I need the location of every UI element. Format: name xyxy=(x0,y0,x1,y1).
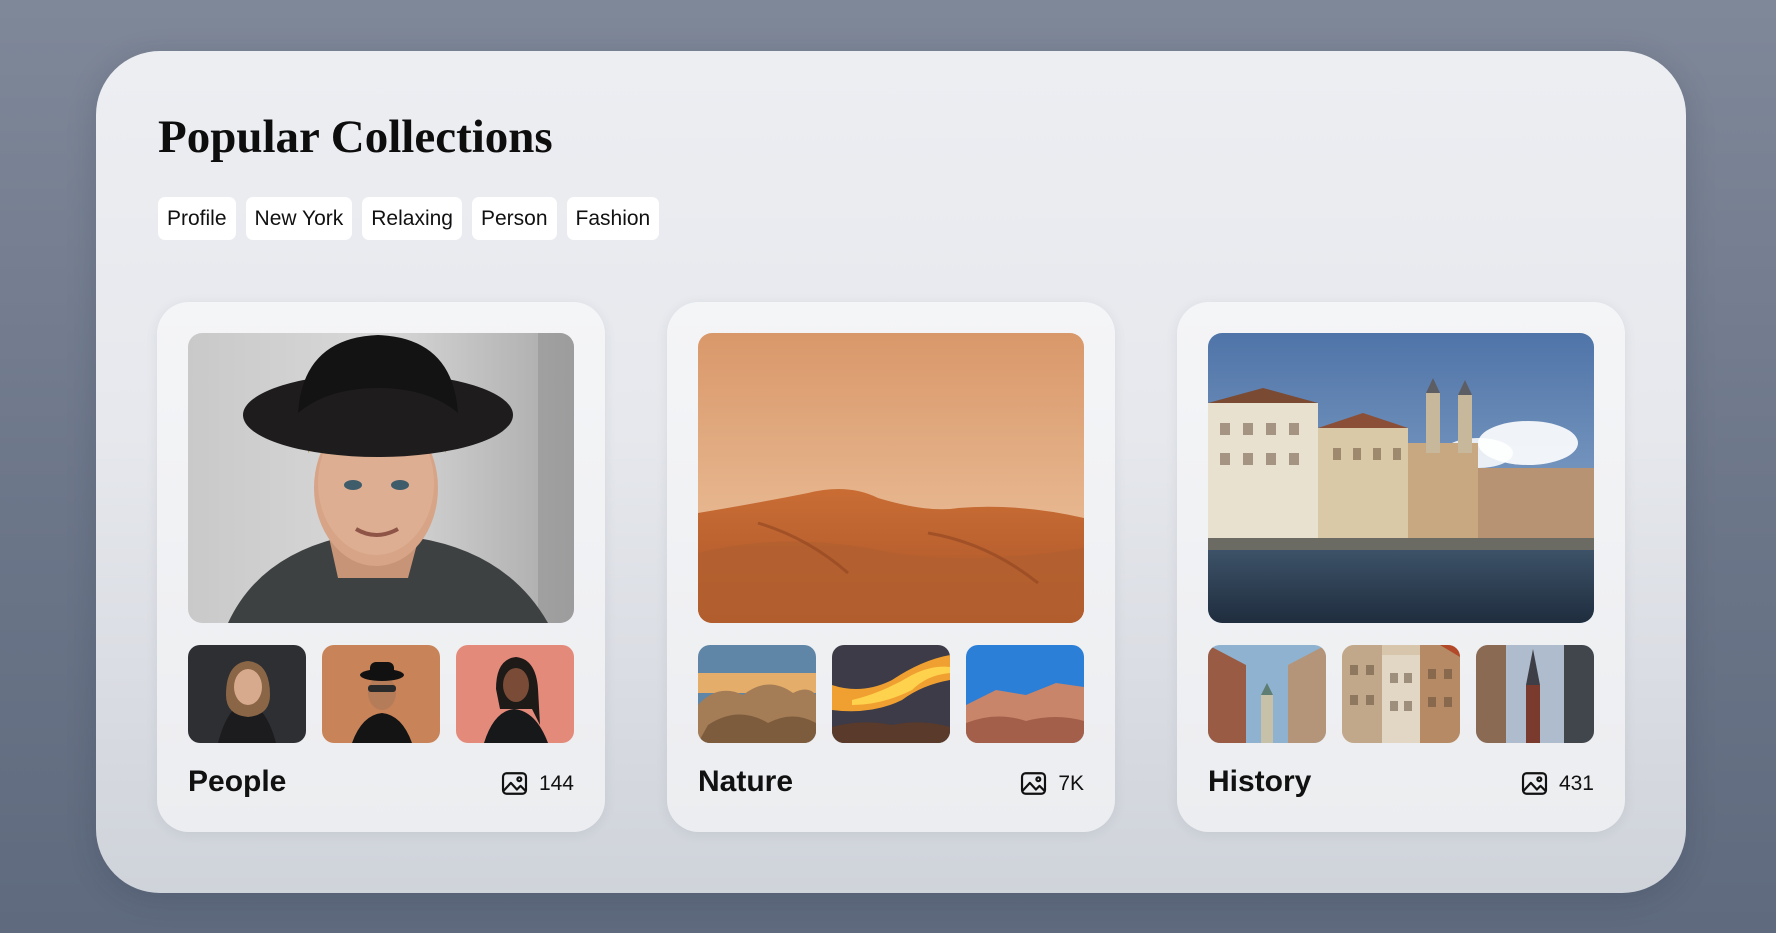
collection-card-nature[interactable]: Nature 7K xyxy=(667,302,1115,832)
thumbnail-people-1[interactable] xyxy=(188,645,306,743)
collection-count: 144 xyxy=(500,769,574,798)
collection-count-value: 144 xyxy=(538,771,574,795)
thumbnail-nature-2[interactable] xyxy=(832,645,950,743)
tag-person[interactable]: Person xyxy=(471,197,557,240)
hero-image-nature[interactable] xyxy=(698,333,1084,623)
image-icon xyxy=(1021,772,1047,795)
tag-filter-bar: Profile New York Relaxing Person Fashion xyxy=(158,197,660,240)
collection-card-people[interactable]: People 144 xyxy=(157,302,605,832)
image-icon xyxy=(501,772,528,795)
thumbnail-history-2[interactable] xyxy=(1342,645,1460,743)
image-icon xyxy=(1521,772,1548,795)
tag-new-york[interactable]: New York xyxy=(245,197,353,240)
thumbnail-nature-3[interactable] xyxy=(966,645,1084,743)
thumbnail-history-1[interactable] xyxy=(1208,645,1326,743)
thumbnail-history-3[interactable] xyxy=(1476,645,1594,743)
collection-count: 7K xyxy=(1019,769,1084,798)
tag-profile[interactable]: Profile xyxy=(158,197,236,240)
hero-image-people[interactable] xyxy=(188,333,574,623)
hero-image-history[interactable] xyxy=(1208,333,1594,623)
collection-count: 431 xyxy=(1520,769,1594,798)
collection-name: People xyxy=(188,765,287,798)
tag-relaxing[interactable]: Relaxing xyxy=(362,197,462,240)
thumbnail-nature-1[interactable] xyxy=(698,645,816,743)
page-title: Popular Collections xyxy=(158,111,553,163)
thumbnail-people-2[interactable] xyxy=(322,645,440,743)
collection-name: History xyxy=(1208,765,1312,798)
tag-fashion[interactable]: Fashion xyxy=(566,197,660,240)
collection-count-value: 431 xyxy=(1558,771,1594,795)
collection-count-value: 7K xyxy=(1058,771,1084,795)
collection-card-history[interactable]: History 431 xyxy=(1177,302,1625,832)
collection-name: Nature xyxy=(698,765,794,798)
thumbnail-people-3[interactable] xyxy=(456,645,574,743)
